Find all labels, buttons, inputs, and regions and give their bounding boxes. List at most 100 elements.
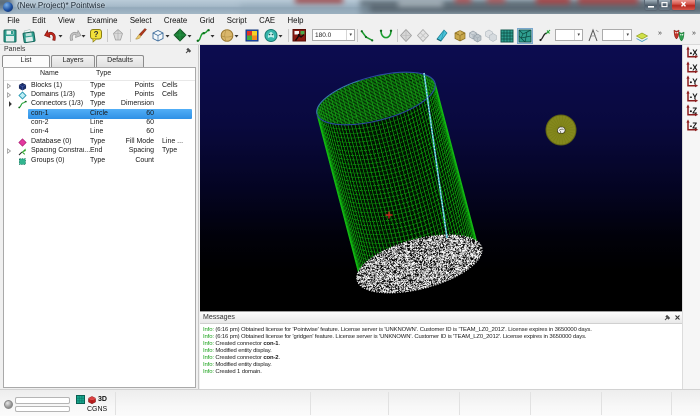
gray-diamond-2-button[interactable] [416,28,430,44]
maximize-button[interactable] [658,0,671,11]
wire-connector-button[interactable] [538,28,552,44]
menu-edit[interactable]: Edit [26,14,52,27]
gray-diamond-1-button[interactable] [399,28,413,44]
view-plus-x-button[interactable]: X [685,46,699,59]
angle-combo[interactable]: 180.0▾ [312,29,355,41]
dropdown-caret-icon[interactable] [165,28,170,44]
expander-collapsed-icon[interactable] [6,148,12,154]
brush-button[interactable] [134,28,148,44]
combo-caret-icon[interactable]: ▾ [574,30,580,40]
tree-row-con-1[interactable]: con-1Circle60 [4,109,195,118]
row-col3: Dimension [110,100,154,107]
info-prefix: Info: [203,362,214,368]
save-button[interactable] [3,28,17,44]
examine-button[interactable] [292,28,306,44]
expander-collapsed-icon[interactable] [6,92,12,98]
menu-script[interactable]: Script [221,14,253,27]
toolbar-separator [130,29,131,42]
tree-row-blocks-1[interactable]: Blocks (1)TypePointsCells [4,81,195,90]
combo-caret-icon[interactable]: ▾ [623,30,629,40]
status-bar: 3D CGNS [0,389,700,416]
dropdown-caret-icon[interactable] [210,28,215,44]
pin-icon[interactable] [664,314,671,321]
gold-cube-button[interactable] [453,28,467,44]
row-type: Type [90,100,105,107]
display-viewport[interactable] [200,45,682,311]
tab-layers[interactable]: Layers [51,55,95,67]
colormap-button[interactable] [245,28,259,44]
tab-list[interactable]: List [2,55,50,67]
row-col4: Cells [162,91,178,98]
close-x-icon [672,0,695,9]
menu-file[interactable]: File [1,14,26,27]
menu-view[interactable]: View [52,14,81,27]
gray-cubes-1-button[interactable] [468,28,482,44]
menu-grid[interactable]: Grid [193,14,220,27]
view-minus-y-button[interactable]: Y [685,90,699,103]
dropdown-caret-icon[interactable] [187,28,192,44]
combo-caret-icon[interactable]: ▾ [346,30,352,40]
status-field-bottom[interactable] [15,406,70,413]
groups-icon [18,157,26,165]
lamp-button[interactable] [111,28,125,44]
status-field-top[interactable] [15,397,70,404]
expander-collapsed-icon[interactable] [6,83,12,89]
cyan-hand-button[interactable] [264,28,283,44]
layers-button[interactable] [635,28,649,44]
minimize-button[interactable] [644,0,658,11]
toolbar-combo[interactable]: ▾ [602,29,632,41]
gray-cubes-2-button[interactable] [484,28,498,44]
tree-row-connectors-1-3[interactable]: Connectors (1/3)TypeDimension [4,100,195,109]
view-minus-x-button[interactable]: X [685,61,699,74]
row-col3: Fill Mode [110,138,154,145]
tab-defaults[interactable]: Defaults [96,55,144,67]
polyline-button[interactable] [360,28,374,44]
cyan-wedge-button[interactable] [435,28,449,44]
toolbar-overflow-chevron[interactable]: » [692,30,695,37]
statusbar-separator [459,392,460,415]
curve-points-button[interactable] [196,28,215,44]
menu-select[interactable]: Select [124,14,158,27]
tree-row-domains-1-3[interactable]: Domains (1/3)TypePointsCells [4,90,195,99]
redo-button[interactable] [67,28,86,44]
grid-unstructured-button[interactable] [517,28,533,44]
view-plus-z-button[interactable]: Z [685,104,699,117]
view-plus-y-button[interactable]: Y [685,75,699,88]
tree-row-con-2[interactable]: con-2Line60 [4,119,195,128]
menu-create[interactable]: Create [158,14,194,27]
dropdown-caret-icon[interactable] [278,28,283,44]
undo-button[interactable] [44,28,63,44]
masks-button[interactable] [672,28,686,44]
dropdown-caret-icon[interactable] [234,28,239,44]
row-type: Line [90,119,103,126]
u-curve-button[interactable] [379,28,393,44]
domains-glyph-icon [18,91,27,100]
menu-cae[interactable]: CAE [253,14,281,27]
close-icon[interactable] [674,314,681,321]
cube-outline-button[interactable] [151,28,170,44]
tree-row-groups-0[interactable]: Groups (0)TypeCount [4,156,195,165]
view-minus-z-button[interactable]: Z [685,119,699,132]
tree-row-spacing-constrai[interactable]: Spacing Constrai...EndSpacingType [4,147,195,156]
toolbar-combo[interactable]: ▾ [555,29,583,41]
menu-help[interactable]: Help [281,14,309,27]
green-diamond-button[interactable] [173,28,192,44]
toolbar-overflow-chevron[interactable]: » [658,30,661,37]
close-button[interactable] [671,0,696,11]
pin-icon[interactable] [185,47,192,54]
menu-examine[interactable]: Examine [81,14,124,27]
tree-row-database-0[interactable]: Database (0)TypeFill ModeLine ... [4,137,195,146]
angle-tool-button[interactable] [586,28,600,44]
tree-row-con-4[interactable]: con-4Line60 [4,128,195,137]
dropdown-caret-icon[interactable] [81,28,86,44]
open-button[interactable] [22,28,36,44]
expander-expanded-icon[interactable] [6,101,12,107]
gold-sphere-button[interactable] [220,28,239,44]
grid-structured-button[interactable] [500,28,514,44]
dropdown-caret-icon[interactable] [58,28,63,44]
spacing-glyph-icon [18,147,27,156]
svg-text:?: ? [94,30,99,39]
row-name: Blocks (1) [31,82,62,89]
toolbar-icon [151,28,165,44]
help-bubble-button[interactable]: ? [89,28,103,44]
